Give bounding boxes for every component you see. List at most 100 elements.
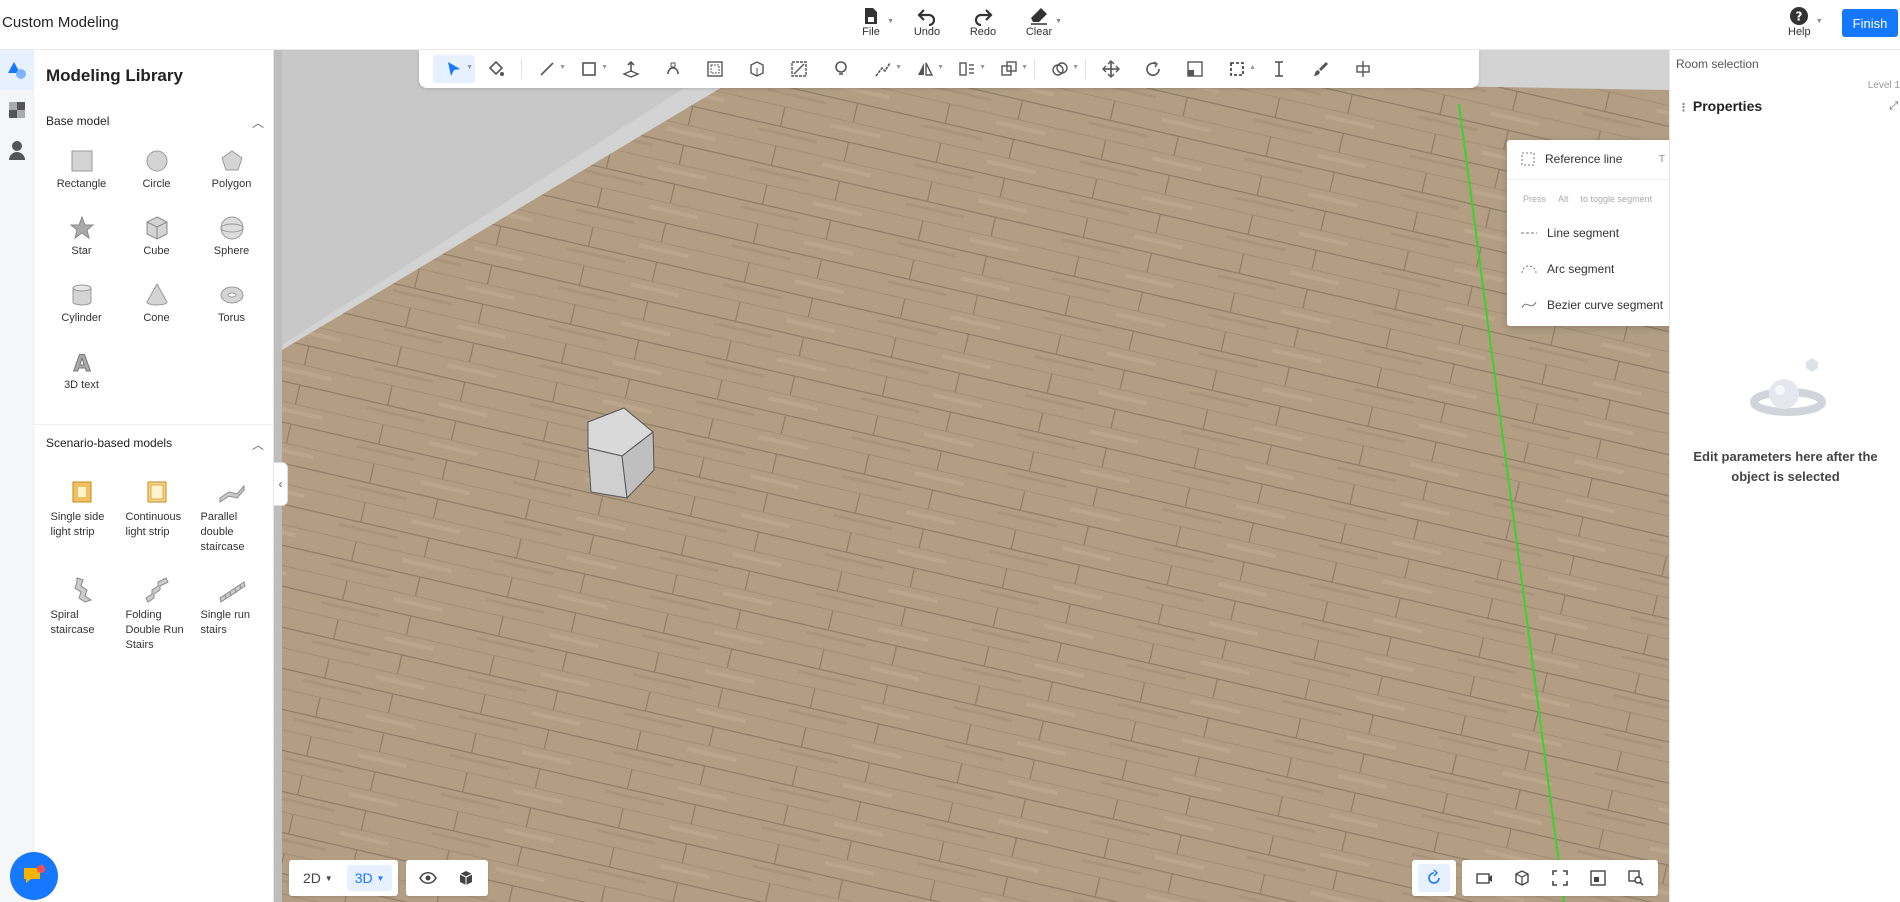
- reference-line-menu: Reference line T Press Alt to toggle seg…: [1507, 140, 1669, 326]
- align-icon: [959, 62, 974, 76]
- paint-tool[interactable]: [475, 55, 517, 83]
- menu-item-arc-segment[interactable]: Arc segment: [1521, 262, 1669, 276]
- chevron-down-icon: ▼: [601, 64, 608, 71]
- model-continuous-light-strip[interactable]: Continuous light strip: [119, 472, 194, 570]
- camera-view-button[interactable]: [1468, 864, 1500, 892]
- 3d-viewport[interactable]: ▼ ▼ ▼ ▼ ▼ ▼ ▼ ▼ ▲ Reference line T Press…: [274, 50, 1669, 902]
- rotate-tool[interactable]: [1132, 55, 1174, 83]
- clear-button[interactable]: Clear ▼: [1020, 6, 1062, 38]
- push-pull-icon: [622, 60, 640, 78]
- path-tool[interactable]: ▼: [862, 55, 904, 83]
- offset-tool[interactable]: [694, 55, 736, 83]
- menu-item-reference-line[interactable]: Reference line T: [1521, 152, 1669, 166]
- align-tool[interactable]: ▼: [946, 55, 988, 83]
- file-button[interactable]: File ▼: [852, 6, 894, 38]
- chevron-down-icon: ▼: [937, 64, 944, 71]
- model-cylinder[interactable]: Cylinder: [44, 274, 119, 341]
- reference-line-icon: [1230, 62, 1244, 76]
- rail-modeling-library[interactable]: [0, 50, 34, 90]
- model-parallel-double-staircase[interactable]: Parallel double staircase: [194, 472, 269, 570]
- room-selection-tab[interactable]: Room selection: [1676, 57, 1759, 71]
- group-icon: [1001, 61, 1017, 76]
- select-tool[interactable]: ▼: [433, 55, 475, 83]
- snap-tool[interactable]: [1342, 55, 1384, 83]
- box-tool[interactable]: [736, 55, 778, 83]
- minimap-button[interactable]: [1582, 864, 1614, 892]
- chevron-down-icon: ▼: [376, 873, 385, 883]
- model-single-side-light-strip[interactable]: Single side light strip: [44, 472, 119, 570]
- model-cube[interactable]: Cube: [119, 207, 194, 274]
- chevron-down-icon: ▼: [887, 18, 894, 25]
- brush-tool[interactable]: [1300, 55, 1342, 83]
- model-polygon[interactable]: Polygon: [194, 140, 269, 207]
- left-rail: [0, 50, 34, 902]
- boolean-tool[interactable]: ▼: [1039, 55, 1081, 83]
- model-cone[interactable]: Cone: [119, 274, 194, 341]
- mode-2d-button[interactable]: 2D ▼: [295, 865, 341, 891]
- chevron-down-icon: ▼: [979, 64, 986, 71]
- chevron-down-icon: ▼: [466, 64, 473, 71]
- bulb-icon: [835, 61, 847, 75]
- model-spiral-staircase[interactable]: Spiral staircase: [44, 570, 119, 668]
- visibility-button[interactable]: [412, 864, 444, 892]
- text-3d-icon: A: [72, 352, 90, 376]
- group-tool[interactable]: ▼: [988, 55, 1030, 83]
- top-bar: Custom Modeling File ▼ Undo Redo Clear ▼…: [0, 0, 1900, 50]
- help-icon: ?: [1790, 7, 1809, 25]
- fit-view-button[interactable]: [1544, 864, 1576, 892]
- model-single-run-stairs[interactable]: Single run stairs: [194, 570, 269, 668]
- model-circle[interactable]: Circle: [119, 140, 194, 207]
- mirror-tool[interactable]: ▼: [904, 55, 946, 83]
- measure-tool[interactable]: [1258, 55, 1300, 83]
- rail-materials[interactable]: [0, 90, 34, 130]
- finish-button[interactable]: Finish: [1842, 9, 1898, 37]
- cone-icon: [145, 282, 168, 306]
- properties-title: ⋮ Properties: [1678, 98, 1763, 114]
- split-icon: [791, 61, 807, 77]
- reference-line-tool[interactable]: ▲: [1216, 55, 1258, 83]
- line-tool[interactable]: ▼: [526, 55, 568, 83]
- orbit-button[interactable]: [1418, 864, 1450, 892]
- wireframe-button[interactable]: [450, 864, 482, 892]
- menu-item-line-segment[interactable]: Line segment: [1521, 226, 1669, 240]
- model-sphere[interactable]: Sphere: [194, 207, 269, 274]
- sweep-tool[interactable]: [652, 55, 694, 83]
- model-torus[interactable]: Torus: [194, 274, 269, 341]
- cursor-arrow-icon: [448, 62, 460, 76]
- drag-handle-icon[interactable]: ⋮: [1678, 102, 1689, 114]
- model-folding-double-run-stairs[interactable]: Folding Double Run Stairs: [119, 570, 194, 668]
- chevron-down-icon: ▼: [559, 64, 566, 71]
- model-3d-text[interactable]: A 3D text: [44, 341, 119, 408]
- redo-button[interactable]: Redo: [964, 6, 1002, 38]
- shapes-icon: [8, 62, 26, 79]
- model-rectangle[interactable]: Rectangle: [44, 140, 119, 207]
- chat-support-button[interactable]: [10, 852, 58, 900]
- chevron-left-icon: ‹: [278, 477, 283, 491]
- user-icon: [9, 141, 25, 160]
- menu-item-bezier-segment[interactable]: Bezier curve segment: [1521, 298, 1669, 312]
- split-tool[interactable]: [778, 55, 820, 83]
- light-tool[interactable]: [820, 55, 862, 83]
- rail-my-models[interactable]: [0, 130, 34, 170]
- level-indicator[interactable]: Level 1: [1868, 80, 1900, 91]
- line-icon: [540, 62, 554, 76]
- rectangle-icon: [71, 150, 92, 172]
- perspective-button[interactable]: [1506, 864, 1538, 892]
- scenario-header[interactable]: Scenario-based models ︿: [46, 436, 264, 452]
- base-model-header[interactable]: Base model ︿: [46, 114, 264, 130]
- move-tool[interactable]: [1090, 55, 1132, 83]
- model-star[interactable]: Star: [44, 207, 119, 274]
- push-pull-tool[interactable]: [610, 55, 652, 83]
- collapse-panel-button[interactable]: ‹: [274, 462, 288, 506]
- scale-tool[interactable]: [1174, 55, 1216, 83]
- toggle-segment-hint: Press Alt to toggle segment: [1523, 194, 1653, 204]
- expand-icon[interactable]: ⤢: [1889, 100, 1898, 113]
- undo-button[interactable]: Undo: [908, 6, 946, 38]
- mode-3d-button[interactable]: 3D ▼: [346, 865, 393, 891]
- zoom-search-button[interactable]: [1620, 864, 1652, 892]
- rectangle-tool[interactable]: ▼: [568, 55, 610, 83]
- staircase-icon: [144, 577, 169, 603]
- brush-icon: [1314, 62, 1328, 76]
- chevron-up-icon: ▲: [1249, 64, 1256, 71]
- help-button[interactable]: ? Help ▼: [1788, 6, 1823, 38]
